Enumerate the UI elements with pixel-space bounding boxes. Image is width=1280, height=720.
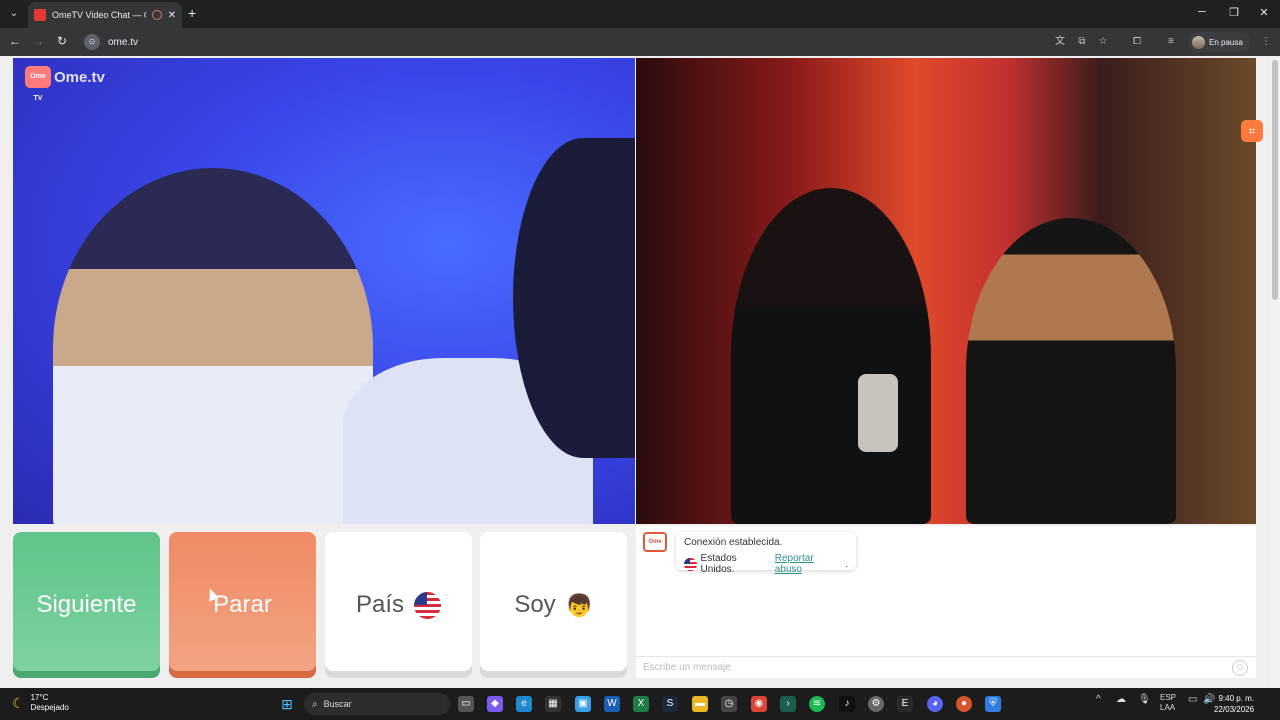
- scrollbar-thumb[interactable]: [1272, 60, 1278, 300]
- person-silhouette: [966, 218, 1176, 524]
- restore-icon[interactable]: ❐: [1224, 6, 1244, 19]
- word-icon[interactable]: W: [604, 696, 620, 712]
- tab-search-icon[interactable]: ⌄: [4, 4, 24, 24]
- temperature: 17°C: [30, 693, 49, 702]
- browser-tab[interactable]: OmeTV Video Chat — Ome ✕: [28, 2, 182, 28]
- cast-icon[interactable]: ⧉: [1075, 35, 1089, 49]
- forward-icon[interactable]: →: [30, 34, 46, 48]
- tiktok-icon[interactable]: ♪: [839, 696, 855, 712]
- windows-taskbar: ☾ 17°C Despejado ⊞ ⌕ Buscar ▭ ◆ e ▦ ▣ W …: [0, 688, 1280, 720]
- excel-icon[interactable]: X: [633, 696, 649, 712]
- defender-icon[interactable]: ⛨: [985, 696, 1001, 712]
- weather-widget[interactable]: ☾ 17°C Despejado: [12, 693, 69, 713]
- photos-icon[interactable]: ▣: [575, 696, 591, 712]
- language-indicator[interactable]: ESP LAA: [1160, 693, 1176, 713]
- message-input[interactable]: Escribe un mensaje ☺: [636, 656, 1256, 678]
- next-button[interactable]: Siguiente: [13, 532, 160, 678]
- search-label: Buscar: [323, 699, 352, 709]
- ometv-chat-icon: Ome: [643, 532, 667, 552]
- weather-status: Despejado: [30, 703, 69, 712]
- remote-video: [636, 58, 1256, 524]
- tab-title: OmeTV Video Chat — Ome: [52, 10, 146, 20]
- boy-face-icon: 👦: [565, 592, 594, 618]
- reload-icon[interactable]: ↻: [54, 34, 70, 48]
- next-label: Siguiente: [36, 591, 137, 618]
- settings-gear-icon[interactable]: ⚙: [868, 696, 884, 712]
- cloud-icon[interactable]: ☁: [1116, 694, 1126, 705]
- microphone-icon[interactable]: 🎙: [1138, 694, 1151, 705]
- keyboard-layout: LAA: [1160, 703, 1176, 712]
- ometv-page: Ome TV Ome.tv ⌗ Siguiente Parar País Soy…: [0, 56, 1280, 688]
- connection-status: Conexión establecida.: [684, 537, 783, 548]
- translate-icon[interactable]: 文: [1053, 35, 1067, 49]
- us-flag-icon: [684, 557, 697, 571]
- spotify-icon[interactable]: ≋: [809, 696, 825, 712]
- person-silhouette: [53, 168, 373, 524]
- back-icon[interactable]: ←: [7, 34, 23, 48]
- ometv-logo: Ome TV Ome.tv: [25, 66, 105, 102]
- partner-country: Estados Unidos.: [700, 553, 737, 575]
- person-silhouette: [731, 188, 931, 524]
- recording-indicator-icon: [151, 10, 162, 20]
- phone-object: [858, 374, 898, 452]
- system-message: Conexión establecida. Estados Unidos. Re…: [676, 532, 856, 575]
- ometv-favicon-icon: [34, 9, 46, 21]
- stop-label: Parar: [213, 591, 272, 618]
- extensions-icon[interactable]: ⧠: [1130, 35, 1144, 49]
- close-tab-icon[interactable]: ✕: [168, 10, 176, 21]
- terminal-icon[interactable]: ›: [780, 696, 796, 712]
- url-text: ome.tv: [108, 36, 139, 48]
- profile-label: En pausa: [1209, 37, 1243, 47]
- close-window-icon[interactable]: ✕: [1254, 6, 1274, 19]
- new-tab-icon[interactable]: +: [188, 5, 196, 21]
- gender-label: Soy: [514, 591, 556, 618]
- country-button[interactable]: País: [325, 532, 472, 678]
- network-icon[interactable]: ▭: [1188, 694, 1197, 705]
- browser-menu-icon[interactable]: ⋮: [1259, 35, 1273, 49]
- clock-time: 9:40 p. m.: [1218, 694, 1255, 703]
- clock-app-icon[interactable]: ◷: [721, 696, 737, 712]
- language-code: ESP: [1160, 693, 1177, 702]
- browser-toolbar: ← → ↻ ⊙ ome.tv 文 ⧉ ☆ ⧠ ≡ En pausa ⋮: [0, 28, 1280, 56]
- moon-icon: ☾: [12, 694, 25, 711]
- copilot-icon[interactable]: ◆: [487, 696, 503, 712]
- report-abuse-link[interactable]: Reportar abuso: [775, 553, 841, 575]
- country-label: País: [355, 591, 405, 618]
- epic-games-icon[interactable]: E: [897, 696, 913, 712]
- local-video: Ome TV Ome.tv: [13, 58, 635, 524]
- search-icon: ⌕: [312, 698, 318, 710]
- tray-chevron-icon[interactable]: ^: [1096, 694, 1101, 705]
- us-flag-icon: [414, 591, 442, 619]
- logo-text: Ome.tv: [54, 68, 105, 86]
- stop-button[interactable]: Parar: [169, 532, 316, 678]
- steam-icon[interactable]: S: [662, 696, 678, 712]
- windows-start-icon[interactable]: ⊞: [279, 696, 295, 712]
- page-scrollbar[interactable]: [1270, 56, 1280, 688]
- logo-badge: Ome TV: [25, 66, 51, 102]
- browser-tabbar: ⌄ OmeTV Video Chat — Ome ✕ + ─ ❐ ✕: [0, 0, 1280, 28]
- chat-panel: Ome Conexión establecida. Estados Unidos…: [636, 526, 1256, 678]
- edge-icon[interactable]: e: [516, 696, 532, 712]
- system-clock[interactable]: 9:40 p. m. 22/03/2026: [1214, 693, 1254, 715]
- avatar: [1192, 35, 1205, 49]
- address-bar[interactable]: ⊙ ome.tv: [80, 31, 1120, 53]
- message-placeholder: Escribe un mensaje: [643, 662, 731, 673]
- chrome-icon[interactable]: ◉: [751, 696, 767, 712]
- file-explorer-icon[interactable]: ▬: [692, 696, 708, 712]
- task-view-icon[interactable]: ▭: [458, 696, 474, 712]
- taskbar-search[interactable]: ⌕ Buscar: [304, 693, 450, 715]
- minimize-icon[interactable]: ─: [1192, 6, 1212, 18]
- gender-button[interactable]: Soy 👦: [480, 532, 627, 678]
- store-icon[interactable]: ▦: [545, 696, 561, 712]
- bookmark-star-icon[interactable]: ☆: [1096, 35, 1110, 49]
- clock-date: 22/03/2026: [1214, 705, 1255, 714]
- media-control-icon[interactable]: ≡: [1164, 35, 1178, 49]
- profile-button[interactable]: En pausa: [1188, 32, 1250, 52]
- discord-icon[interactable]: ◕: [927, 696, 943, 712]
- emoji-icon[interactable]: ☺: [1232, 660, 1248, 676]
- game-app-icon[interactable]: ●: [956, 696, 972, 712]
- report-screenshot-icon[interactable]: ⌗: [1241, 120, 1263, 142]
- site-info-icon[interactable]: ⊙: [84, 34, 100, 50]
- report-suffix: .: [845, 558, 848, 570]
